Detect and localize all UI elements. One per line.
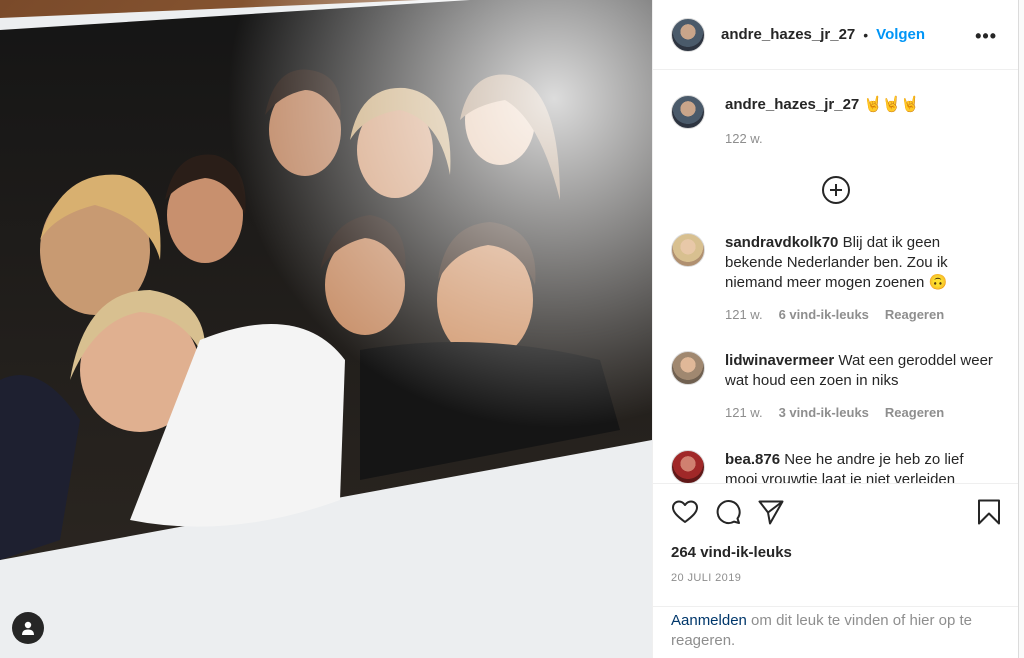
comment-username[interactable]: lidwinavermeer [725,352,834,369]
post-actions: 264 vind-ik-leuks 20 JULI 2019 Aanmelden… [653,483,1019,658]
comment-icon[interactable] [714,498,742,526]
separator-dot: • [863,26,869,43]
polaroid-group-photo [0,0,652,658]
profile-button[interactable] [12,612,44,644]
comment-likes[interactable]: 3 vind-ik-leuks [779,403,869,423]
comment-timestamp[interactable]: 121 w. [725,403,763,423]
caption-text: 🤘🤘🤘 [863,96,920,113]
comment-item: sandravdkolk70 Blij dat ik geen bekende … [671,233,1011,325]
follow-button[interactable]: Volgen [876,26,925,43]
caption-avatar[interactable] [671,95,705,129]
caption-username[interactable]: andre_hazes_jr_27 [725,96,859,113]
more-icon[interactable]: ••• [975,26,997,47]
user-icon [22,621,34,635]
like-count[interactable]: 264 vind-ik-leuks [671,544,792,561]
comment-item: bea.876 Nee he andre je heb zo lief mooi… [671,450,1011,483]
reply-button[interactable]: Reageren [885,403,944,423]
comment-avatar[interactable] [671,351,705,385]
author-avatar[interactable] [671,17,705,52]
plus-circle-icon[interactable] [822,176,850,204]
comment-username[interactable]: sandravdkolk70 [725,234,838,251]
login-prompt: Aanmelden om dit leuk te vinden of hier … [653,606,1019,658]
login-link[interactable]: Aanmelden [671,612,747,629]
share-icon[interactable] [757,498,785,526]
comment-item: lidwinavermeer Wat een geroddel weer wat… [671,351,1011,423]
reply-button[interactable]: Reageren [885,305,944,325]
heart-icon[interactable] [671,498,699,526]
comments-list[interactable]: andre_hazes_jr_27 🤘🤘🤘 122 w. sandravdkol… [653,71,1019,483]
comment-avatar[interactable] [671,450,705,483]
caption-timestamp[interactable]: 122 w. [725,131,763,146]
comment-username[interactable]: bea.876 [725,451,780,468]
window-edge [1018,0,1024,658]
post-side-panel: andre_hazes_jr_27 • Volgen ••• andre_haz… [652,0,1019,658]
post-header: andre_hazes_jr_27 • Volgen ••• [653,0,1019,70]
post-photo [0,0,652,658]
comment-avatar[interactable] [671,233,705,267]
comment-likes[interactable]: 6 vind-ik-leuks [779,305,869,325]
comment-timestamp[interactable]: 121 w. [725,305,763,325]
post-date[interactable]: 20 JULI 2019 [671,572,741,584]
caption: andre_hazes_jr_27 🤘🤘🤘 [671,95,919,129]
author-username[interactable]: andre_hazes_jr_27 [721,26,855,43]
bookmark-icon[interactable] [975,498,1003,526]
